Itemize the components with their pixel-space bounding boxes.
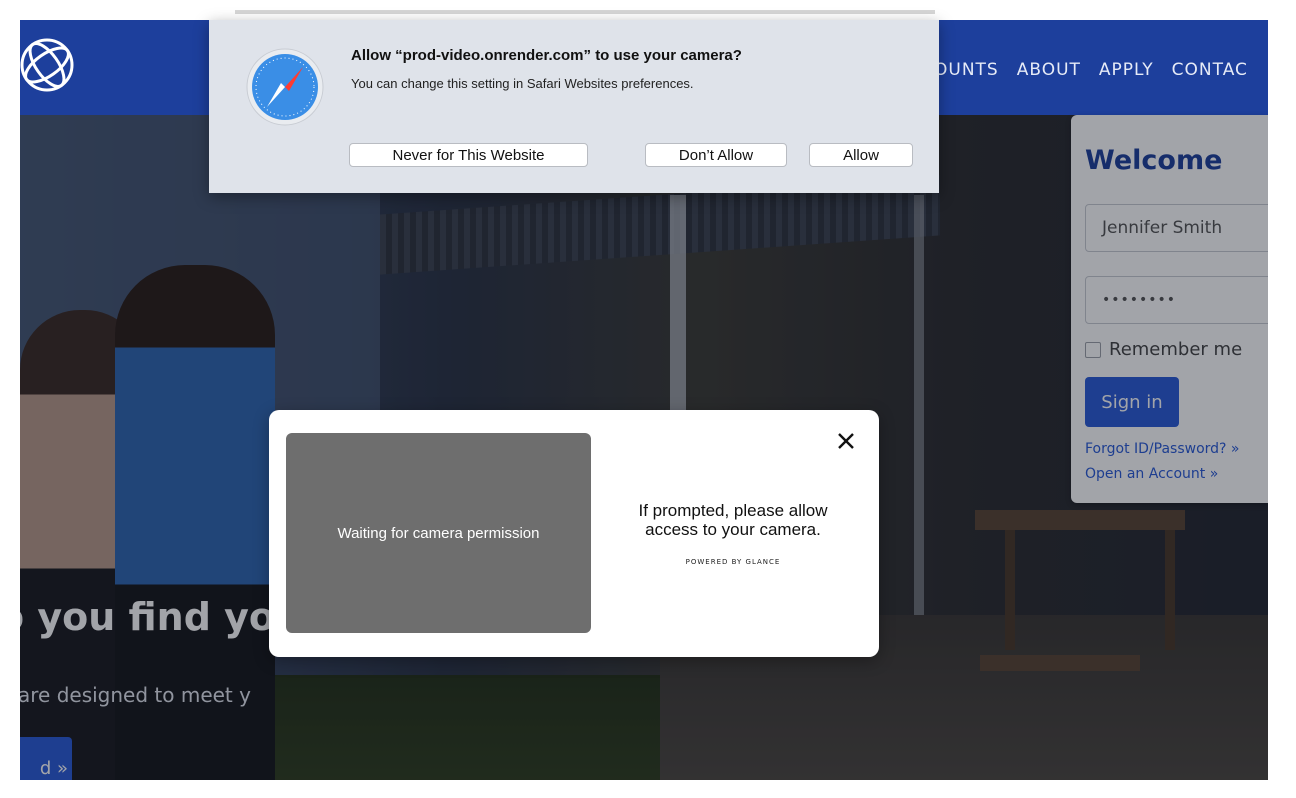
- browser-top-strip: [20, 0, 1268, 20]
- permission-subtitle: You can change this setting in Safari We…: [351, 76, 694, 91]
- nav-about[interactable]: ABOUT: [1017, 60, 1081, 80]
- nav-apply[interactable]: APPLY: [1099, 60, 1154, 80]
- powered-by-glance: POWERED BY GLANCE: [685, 558, 781, 566]
- globe-logo-icon[interactable]: [20, 34, 78, 96]
- nav-accounts[interactable]: OUNTS: [934, 60, 999, 80]
- allow-button[interactable]: Allow: [809, 143, 913, 167]
- never-for-website-button[interactable]: Never for This Website: [349, 143, 588, 167]
- close-icon[interactable]: [834, 429, 858, 453]
- divider: [235, 10, 935, 14]
- permission-title: Allow “prod-video.onrender.com” to use y…: [351, 47, 742, 64]
- dont-allow-button[interactable]: Don’t Allow: [645, 143, 787, 167]
- nav-links: OUNTS ABOUT APPLY CONTAC: [934, 60, 1248, 80]
- camera-preview: Waiting for camera permission: [286, 433, 591, 633]
- camera-permission-sheet: Allow “prod-video.onrender.com” to use y…: [209, 20, 939, 193]
- glance-camera-modal: Waiting for camera permission If prompte…: [269, 410, 879, 657]
- safari-compass-icon: [246, 48, 324, 126]
- permission-message: If prompted, please allow access to your…: [638, 501, 828, 539]
- nav-contact[interactable]: CONTAC: [1172, 60, 1248, 80]
